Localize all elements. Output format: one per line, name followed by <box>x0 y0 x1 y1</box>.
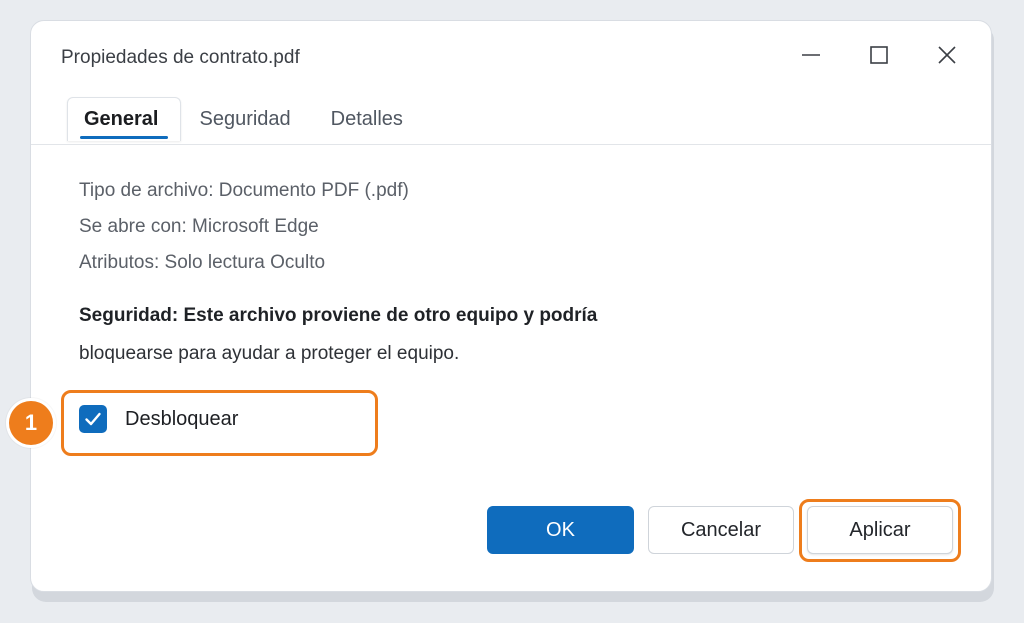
apply-button[interactable]: Aplicar <box>807 506 953 554</box>
attributes-text: Atributos: Solo lectura Oculto <box>79 252 326 273</box>
unblock-checkbox-row[interactable]: Desbloquear <box>79 403 238 435</box>
tab-seguridad[interactable]: Seguridad <box>183 97 312 141</box>
close-button[interactable] <box>925 35 969 75</box>
step-number: 1 <box>9 401 53 445</box>
tab-seguridad-label: Seguridad <box>199 107 291 130</box>
unblock-label: Desbloquear <box>125 407 239 430</box>
active-tab-indicator <box>80 136 169 139</box>
unblock-checkbox[interactable] <box>79 405 107 433</box>
close-icon <box>938 46 956 64</box>
tab-general-label: General <box>84 108 159 130</box>
tab-bar: General Seguridad Detalles <box>67 97 427 143</box>
minimize-icon <box>802 54 820 56</box>
maximize-icon <box>870 46 888 64</box>
checkmark-icon <box>85 412 101 426</box>
ok-button[interactable]: OK <box>487 506 634 554</box>
tab-general[interactable]: General <box>67 97 182 141</box>
title-bar: Propiedades de contrato.pdf <box>31 21 991 91</box>
file-type-text: Tipo de archivo: Documento PDF (.pdf) <box>79 180 409 201</box>
maximize-button[interactable] <box>857 35 901 75</box>
cancel-button[interactable]: Cancelar <box>648 506 794 554</box>
general-content: Tipo de archivo: Documento PDF (.pdf) Se… <box>79 173 951 373</box>
tab-divider <box>31 144 991 145</box>
tab-detalles-label: Detalles <box>330 107 403 130</box>
tab-detalles[interactable]: Detalles <box>315 97 425 141</box>
properties-dialog: Propiedades de contrato.pdf General Segu… <box>30 20 992 592</box>
minimize-button[interactable] <box>789 35 833 75</box>
step-badge: 1 <box>6 398 56 448</box>
window-title: Propiedades de contrato.pdf <box>61 47 300 68</box>
security-warning-description: bloquearse para ayudar a proteger el equ… <box>79 343 460 364</box>
security-warning-title: Seguridad: Este archivo proviene de otro… <box>79 305 598 326</box>
opens-with-text: Se abre con: Microsoft Edge <box>79 216 319 237</box>
